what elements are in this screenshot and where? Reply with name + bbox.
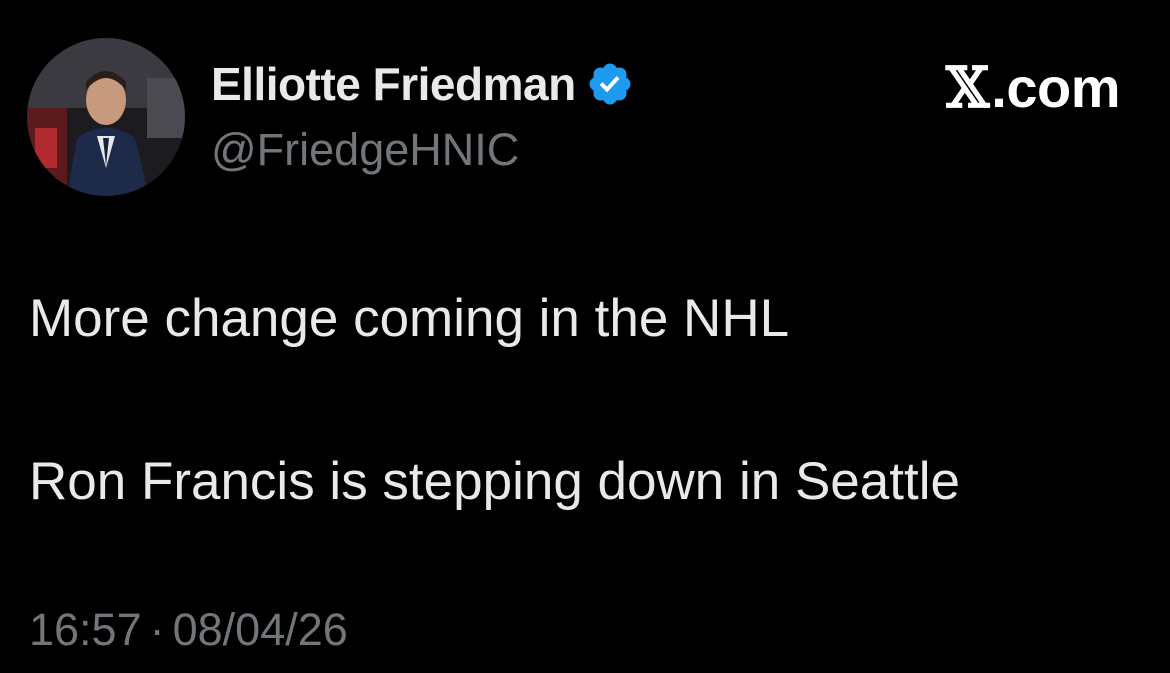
tweet-text-line: More change coming in the NHL xyxy=(29,289,790,348)
tweet-date: 08/04/26 xyxy=(172,604,348,655)
tweet-card: Elliotte Friedman @FriedgeHNIC 𝕏 .com Mo… xyxy=(0,0,1170,673)
author-display-name[interactable]: Elliotte Friedman xyxy=(211,61,576,107)
profile-photo-icon xyxy=(27,38,185,196)
x-logo-icon: 𝕏 xyxy=(945,55,990,121)
author-name-row: Elliotte Friedman xyxy=(211,56,634,112)
tweet-timestamp[interactable]: 16:57 · 08/04/26 xyxy=(29,602,348,658)
site-domain: .com xyxy=(991,56,1120,119)
tweet-time: 16:57 xyxy=(29,604,142,655)
site-logo: 𝕏 .com xyxy=(945,55,1121,121)
verified-badge-icon xyxy=(586,60,634,108)
avatar[interactable] xyxy=(27,38,185,196)
tweet-text-line: Ron Francis is stepping down in Seattle xyxy=(29,452,960,511)
timestamp-separator: · xyxy=(149,604,165,655)
author-handle[interactable]: @FriedgeHNIC xyxy=(211,122,519,178)
